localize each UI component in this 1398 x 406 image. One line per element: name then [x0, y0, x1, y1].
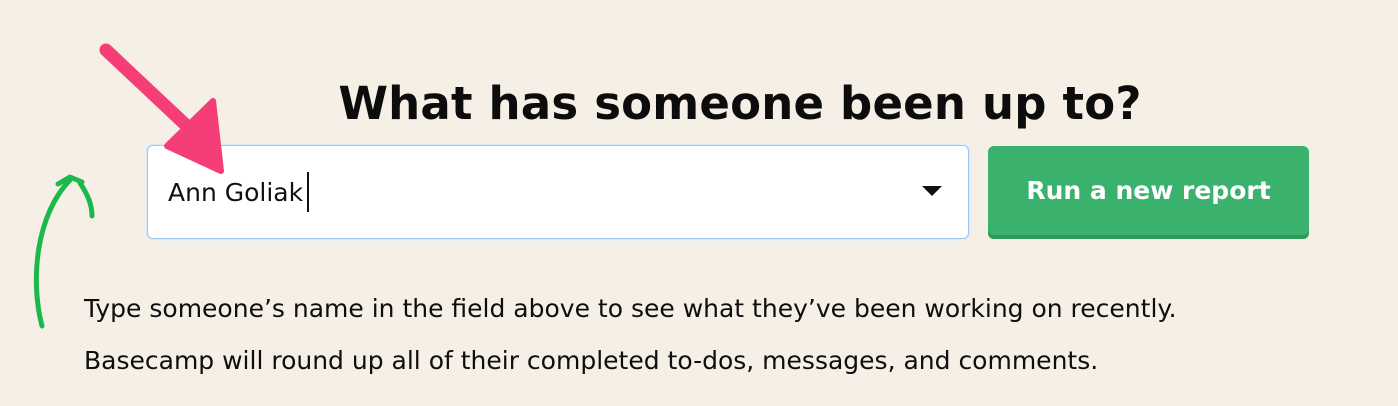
- text-cursor: [307, 172, 310, 212]
- help-text-line-2: Basecamp will round up all of their comp…: [84, 346, 1099, 375]
- person-search-input[interactable]: Ann Goliak: [168, 172, 310, 212]
- caret-down-icon[interactable]: [922, 186, 942, 196]
- help-text: Type someone’s name in the field above t…: [84, 283, 1394, 387]
- help-text-line-1: Type someone’s name in the field above t…: [84, 294, 1177, 323]
- person-name-value: Ann Goliak: [168, 178, 304, 207]
- person-search-select[interactable]: Ann Goliak: [147, 145, 969, 239]
- run-new-report-button[interactable]: Run a new report: [988, 146, 1309, 239]
- page-title: What has someone been up to?: [338, 77, 1142, 131]
